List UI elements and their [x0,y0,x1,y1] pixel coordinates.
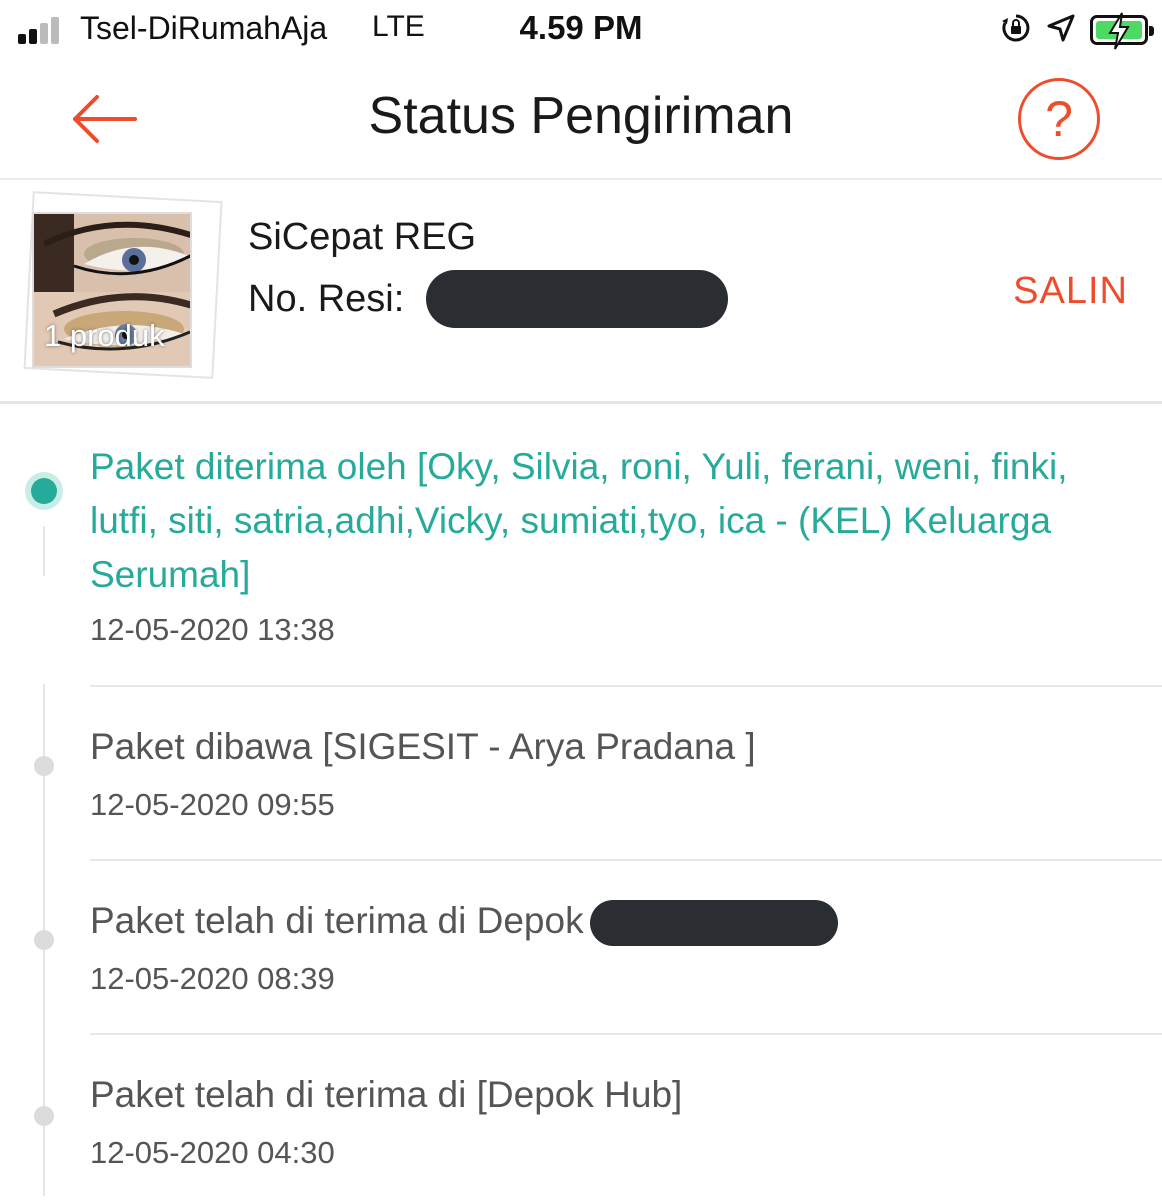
event-description-row: Paket telah di terima di Depok [90,894,1102,948]
timeline-event: Paket telah di terima di [Depok Hub] 12-… [0,1035,1162,1200]
tracking-timeline: Paket diterima oleh [Oky, Silvia, roni, … [0,408,1162,1200]
help-button[interactable]: ? [1018,78,1100,160]
timeline-event: Paket dibawa [SIGESIT - Arya Pradana ] 1… [0,687,1162,862]
status-icons [1000,12,1154,50]
product-thumbnail[interactable]: 1 produk [32,212,192,368]
event-description: Paket dibawa [SIGESIT - Arya Pradana ] [90,726,756,767]
timeline-event: Paket telah di terima di Depok 12-05-202… [0,861,1162,1036]
event-description: Paket telah di terima di Depok [90,900,584,941]
status-dot [34,756,54,776]
tracking-number-row: No. Resi: [248,270,729,328]
status-dot [34,930,54,950]
status-time: 4.59 PM [519,9,643,46]
question-mark-icon: ? [1045,91,1073,147]
status-bar: Tsel-DiRumahAja LTE 4.59 PM [0,0,1162,62]
app-header: Status Pengiriman ? [0,62,1162,180]
event-time: 12-05-2020 08:39 [90,961,335,996]
courier-name: SiCepat REG [248,216,477,258]
location-redacted [589,900,838,947]
package-info: 1 produk SiCepat REG No. Resi: SALIN [0,182,1162,404]
page-title: Status Pengiriman [368,87,794,145]
timeline-event: Paket diterima oleh [Oky, Silvia, roni, … [0,408,1162,688]
copy-button[interactable]: SALIN [1013,270,1128,313]
tracking-number-redacted [426,270,729,328]
tracking-number-label: No. Resi: [248,277,405,320]
event-time: 12-05-2020 09:55 [90,787,335,822]
orientation-lock-icon [1000,12,1032,49]
battery-charging-icon [1090,12,1154,50]
event-description: Paket telah di terima di [Depok Hub] [90,1074,683,1115]
status-dot-active [31,478,57,504]
location-arrow-icon [1046,13,1076,48]
status-dot [34,1106,54,1126]
event-description: Paket diterima oleh [Oky, Silvia, roni, … [90,446,1068,595]
product-count: 1 produk [44,318,165,353]
event-time: 12-05-2020 13:38 [90,612,335,647]
event-time: 12-05-2020 04:30 [90,1135,335,1170]
